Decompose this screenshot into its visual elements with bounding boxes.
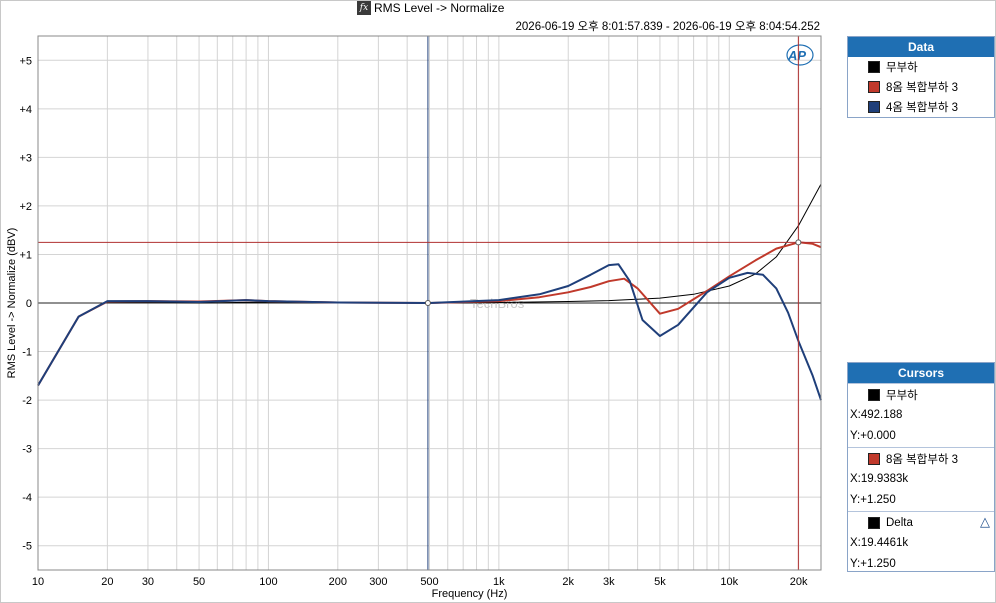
plot-area[interactable]: TechBros AP +5+4+3+2+10-1-2-3-4-510 20 30 5… bbox=[0, 0, 846, 603]
cursor-x-value: X:19.4461k bbox=[850, 537, 909, 549]
y-tick-label: +5 bbox=[19, 55, 32, 67]
cursor-swatch bbox=[868, 516, 880, 529]
legend-swatch bbox=[868, 81, 880, 93]
y-tick-label: 0 bbox=[26, 298, 32, 310]
x-tick-label: 20k bbox=[790, 576, 808, 588]
cursor-x-value: X:492.188 bbox=[850, 409, 903, 421]
x-tick-label: 50 bbox=[193, 576, 205, 588]
y-tick-label: -1 bbox=[22, 347, 32, 359]
cursor-y-value: Y:+1.250 bbox=[850, 558, 896, 570]
cursor-y-value: Y:+0.000 bbox=[850, 430, 896, 442]
legend-title: Data bbox=[848, 37, 994, 57]
x-tick-label: 5k bbox=[654, 576, 666, 588]
legend-swatch bbox=[868, 101, 880, 113]
cursor-block[interactable]: 무부하 X:492.188 Y:+0.000 bbox=[848, 383, 994, 447]
x-tick-label: 1k bbox=[493, 576, 505, 588]
cursor-name: 무부하 bbox=[886, 389, 918, 402]
legend-item[interactable]: 8옴 복합부하 3 bbox=[848, 77, 994, 97]
cursor-block[interactable]: Delta △ X:19.4461k Y:+1.250 bbox=[848, 511, 994, 575]
x-axis-label: Frequency (Hz) bbox=[432, 588, 508, 600]
y-axis-label: RMS Level -> Normalize (dBV) bbox=[6, 228, 18, 379]
cursor-name: Delta bbox=[886, 516, 913, 529]
legend-panel: Data 무부하 8옴 복합부하 3 4옴 복합부하 3 bbox=[847, 36, 995, 118]
x-tick-label: 30 bbox=[142, 576, 154, 588]
x-tick-label: 10k bbox=[720, 576, 738, 588]
legend-item[interactable]: 무부하 bbox=[848, 57, 994, 77]
x-tick-label: 2k bbox=[562, 576, 574, 588]
y-tick-label: +2 bbox=[19, 201, 32, 213]
x-tick-label: 300 bbox=[369, 576, 387, 588]
legend-label: 4옴 복합부하 3 bbox=[886, 102, 959, 114]
cursor-marker[interactable] bbox=[795, 239, 802, 246]
cursor-name: 8옴 복합부하 3 bbox=[886, 453, 959, 466]
x-tick-label: 3k bbox=[603, 576, 615, 588]
cursor-block[interactable]: 8옴 복합부하 3 X:19.9383k Y:+1.250 bbox=[848, 447, 994, 511]
cursor-marker[interactable] bbox=[424, 300, 431, 306]
ap-logo-text: AP bbox=[787, 48, 806, 63]
ap-logo: AP bbox=[786, 44, 814, 66]
cursor-x-value: X:19.9383k bbox=[850, 473, 909, 485]
delta-icon[interactable]: △ bbox=[980, 514, 990, 530]
legend-swatch bbox=[868, 61, 880, 73]
y-tick-label: -3 bbox=[22, 444, 32, 456]
y-tick-label: +1 bbox=[19, 249, 32, 261]
y-tick-label: -5 bbox=[22, 541, 32, 553]
legend-item[interactable]: 4옴 복합부하 3 bbox=[848, 97, 994, 117]
legend-label: 8옴 복합부하 3 bbox=[886, 82, 959, 94]
cursor-swatch bbox=[868, 388, 880, 401]
y-tick-label: -2 bbox=[22, 395, 32, 407]
legend-label: 무부하 bbox=[886, 62, 918, 74]
y-tick-label: +3 bbox=[19, 152, 32, 164]
cursor-y-value: Y:+1.250 bbox=[850, 494, 896, 506]
y-tick-label: +4 bbox=[19, 104, 32, 116]
cursors-panel: Cursors 무부하 X:492.188 Y:+0.000 8옴 복합부하 3… bbox=[847, 362, 995, 572]
cursors-title: Cursors bbox=[848, 363, 994, 383]
y-tick-label: -4 bbox=[22, 492, 32, 504]
x-tick-label: 200 bbox=[329, 576, 347, 588]
x-tick-label: 20 bbox=[101, 576, 113, 588]
x-tick-label: 10 bbox=[32, 576, 44, 588]
cursor-swatch bbox=[868, 452, 880, 465]
x-tick-label: 500 bbox=[420, 576, 438, 588]
x-tick-label: 100 bbox=[259, 576, 277, 588]
axes: +5 +4 +3 +2 +1 0 -1 -2 -3 -4 -5 10 20 30 50 100 200 300 50… bbox=[6, 35, 822, 600]
